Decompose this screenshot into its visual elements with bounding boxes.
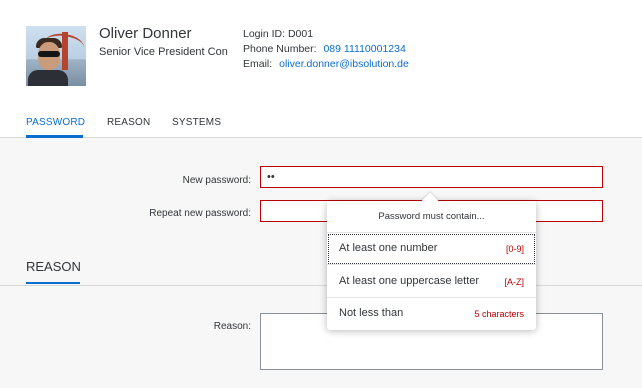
popover-header: Password must contain... (327, 201, 536, 233)
login-id-label: Login ID: (243, 28, 286, 40)
rule-hint: [A-Z] (504, 277, 525, 287)
email-row: Email: oliver.donner@ibsolution.de (243, 58, 409, 70)
repeat-password-label: Repeat new password: (149, 208, 251, 219)
rule-text: At least one number (339, 242, 438, 254)
rule-number[interactable]: At least one number [0-9] (327, 233, 536, 265)
email-label: Email: (243, 58, 273, 70)
tab-reason[interactable]: REASON (107, 117, 150, 128)
rule-uppercase[interactable]: At least one uppercase letter [A-Z] (327, 266, 536, 298)
profile-title: Senior Vice President Con (99, 46, 228, 58)
login-id-row: Login ID: D001 (243, 28, 313, 40)
rule-text: At least one uppercase letter (339, 275, 480, 287)
phone-row: Phone Number: 089 11110001234 (243, 43, 406, 55)
profile-name: Oliver Donner (99, 25, 192, 42)
tab-systems[interactable]: SYSTEMS (172, 117, 221, 128)
login-id-value: D001 (287, 28, 314, 40)
rule-length[interactable]: Not less than 5 characters (327, 298, 536, 330)
tab-password[interactable]: PASSWORD (26, 117, 85, 128)
rule-text: Not less than (339, 307, 404, 319)
email-link[interactable]: oliver.donner@ibsolution.de (279, 58, 409, 70)
password-rules-popover: Password must contain... At least one nu… (327, 192, 536, 330)
reason-section-underline (26, 282, 80, 284)
reason-label: Reason: (213, 321, 251, 332)
phone-link[interactable]: 089 11110001234 (323, 43, 405, 55)
profile-header: Oliver Donner Senior Vice President Con … (0, 0, 642, 138)
divider (0, 285, 642, 286)
rule-hint: 5 characters (474, 309, 524, 319)
avatar (26, 26, 86, 86)
rule-hint: [0-9] (505, 244, 524, 254)
new-password-input[interactable]: •• (260, 166, 603, 188)
reason-section-title: REASON (26, 259, 81, 274)
phone-label: Phone Number: (243, 43, 317, 55)
new-password-label: New password: (182, 175, 251, 186)
